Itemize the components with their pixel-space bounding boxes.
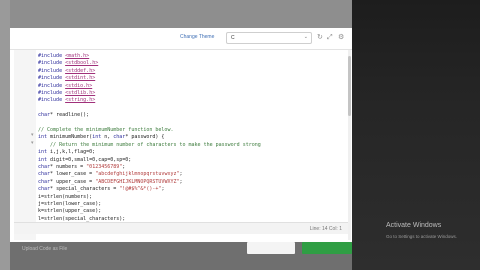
- cursor-position: Line: 14 Col: 1: [309, 226, 342, 232]
- editor-toolbar: Change Theme C ⌄ ↻ ⤢ ⚙: [10, 28, 352, 50]
- code-line: char* readline();: [38, 112, 90, 119]
- header-strip: [10, 0, 352, 28]
- submit-code-button[interactable]: [302, 242, 352, 254]
- code-line: #include <string.h>: [38, 97, 96, 104]
- desktop-background: [352, 0, 480, 270]
- language-value: C: [231, 35, 235, 41]
- chevron-down-icon: ⌄: [303, 34, 308, 40]
- settings-icon[interactable]: ⚙: [338, 34, 344, 41]
- upload-code-link[interactable]: Upload Code as File: [22, 246, 67, 252]
- language-select[interactable]: C ⌄: [226, 32, 312, 44]
- activate-windows-subtitle: Go to Settings to activate Windows.: [386, 234, 458, 239]
- activate-windows-title: Activate Windows: [386, 222, 442, 229]
- run-code-button[interactable]: [247, 242, 295, 254]
- change-theme-link[interactable]: Change Theme: [180, 34, 214, 40]
- editor-panel: Change Theme C ⌄ ↻ ⤢ ⚙ ▾ ▾ #include <mat…: [10, 28, 352, 242]
- fold-marker-icon[interactable]: ▾: [31, 140, 34, 146]
- history-icon[interactable]: ↻: [317, 34, 323, 41]
- fullscreen-icon[interactable]: ⤢: [327, 34, 333, 41]
- fold-marker-icon[interactable]: ▾: [31, 132, 34, 138]
- code-editor[interactable]: ▾ ▾ #include <math.h> #include <stdbool.h…: [14, 50, 344, 240]
- left-margin: [0, 0, 10, 270]
- bottom-action-bar: Upload Code as File: [10, 242, 352, 270]
- scrollbar-thumb[interactable]: [348, 56, 351, 116]
- line-gutter: ▾ ▾: [14, 50, 36, 240]
- status-bar: Line: 14 Col: 1: [14, 222, 348, 234]
